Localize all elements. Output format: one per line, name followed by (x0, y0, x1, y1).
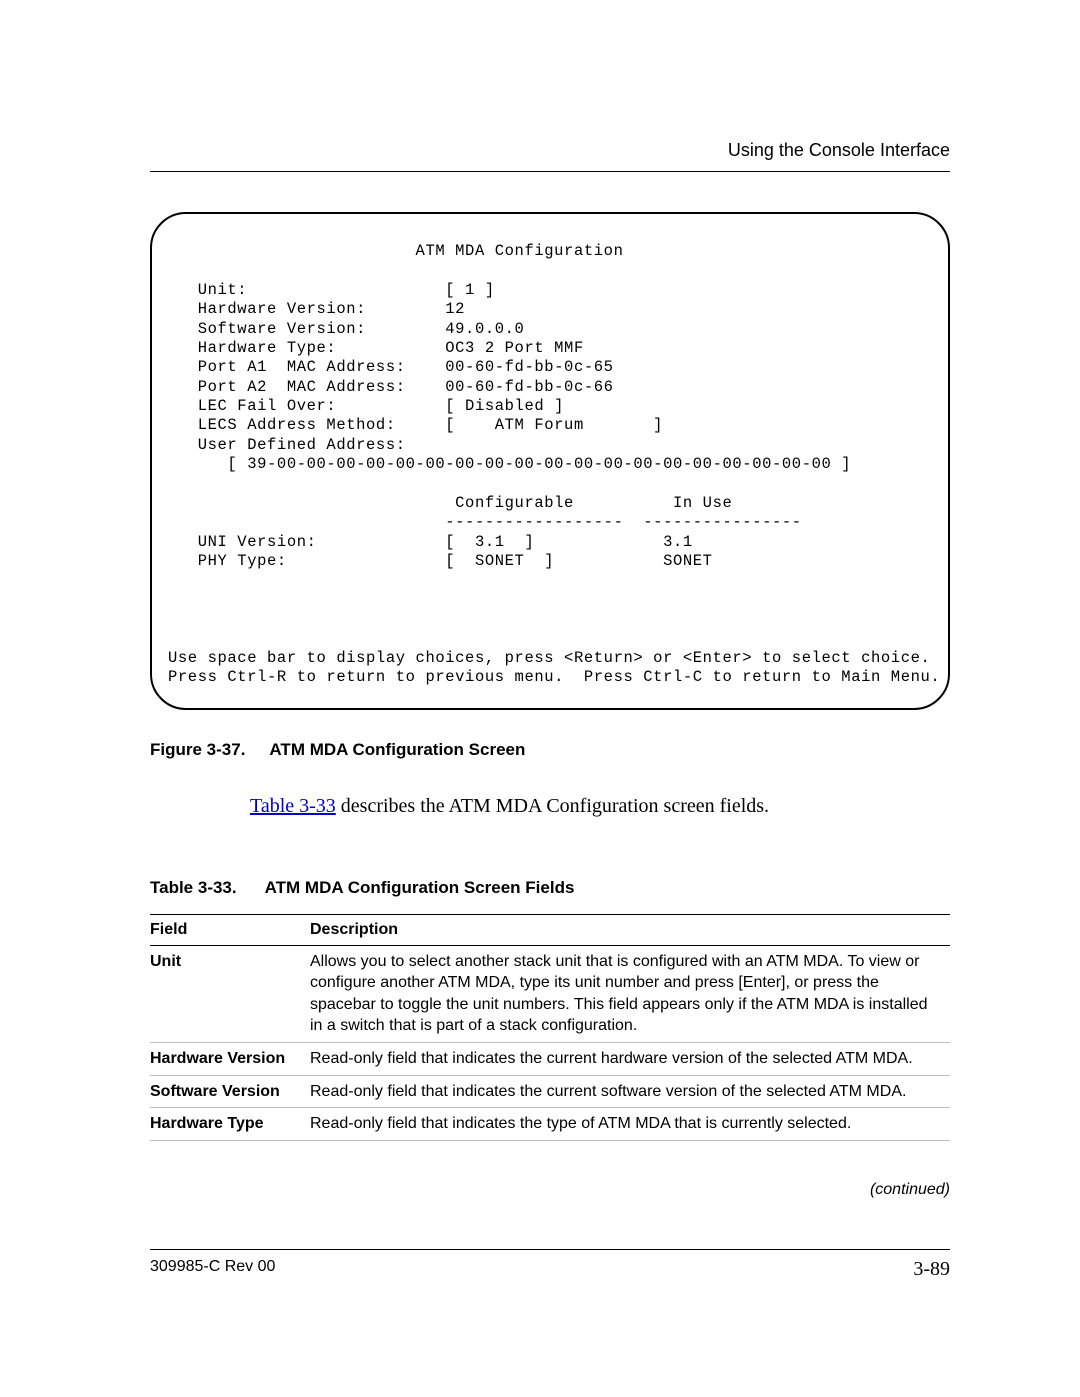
table-caption: Table 3-33. ATM MDA Configuration Screen … (150, 878, 950, 898)
reference-sentence: Table 3-33 describes the ATM MDA Configu… (250, 795, 950, 818)
reference-text: describes the ATM MDA Configuration scre… (336, 795, 769, 817)
continued-label: (continued) (150, 1181, 950, 1199)
field-desc-cell: Allows you to select another stack unit … (310, 945, 950, 1042)
page-section-header: Using the Console Interface (150, 140, 950, 161)
console-screenshot: ATM MDA Configuration Unit: [ 1 ] Hardwa… (150, 212, 950, 710)
figure-title: ATM MDA Configuration Screen (269, 740, 525, 759)
table-number: Table 3-33. (150, 878, 237, 897)
table-reference-link[interactable]: Table 3-33 (250, 795, 336, 817)
figure-number: Figure 3-37. (150, 740, 245, 759)
table-row: Unit Allows you to select another stack … (150, 945, 950, 1042)
field-desc-cell: Read-only field that indicates the curre… (310, 1075, 950, 1108)
field-name-cell: Hardware Type (150, 1108, 310, 1141)
table-row: Hardware Version Read-only field that in… (150, 1043, 950, 1076)
fields-table: Field Description Unit Allows you to sel… (150, 914, 950, 1141)
page-footer: 309985-C Rev 00 3-89 (150, 1249, 950, 1281)
field-name-cell: Hardware Version (150, 1043, 310, 1076)
field-name-cell: Unit (150, 945, 310, 1042)
table-title: ATM MDA Configuration Screen Fields (265, 878, 575, 897)
table-row: Hardware Type Read-only field that indic… (150, 1108, 950, 1141)
doc-id: 309985-C Rev 00 (150, 1258, 275, 1281)
field-name-cell: Software Version (150, 1075, 310, 1108)
field-desc-cell: Read-only field that indicates the curre… (310, 1043, 950, 1076)
table-row: Software Version Read-only field that in… (150, 1075, 950, 1108)
col-header-description: Description (310, 914, 950, 945)
col-header-field: Field (150, 914, 310, 945)
figure-caption: Figure 3-37. ATM MDA Configuration Screen (150, 740, 950, 760)
page-number: 3-89 (913, 1258, 950, 1281)
field-desc-cell: Read-only field that indicates the type … (310, 1108, 950, 1141)
header-rule (150, 171, 950, 172)
footer-rule (150, 1249, 950, 1250)
